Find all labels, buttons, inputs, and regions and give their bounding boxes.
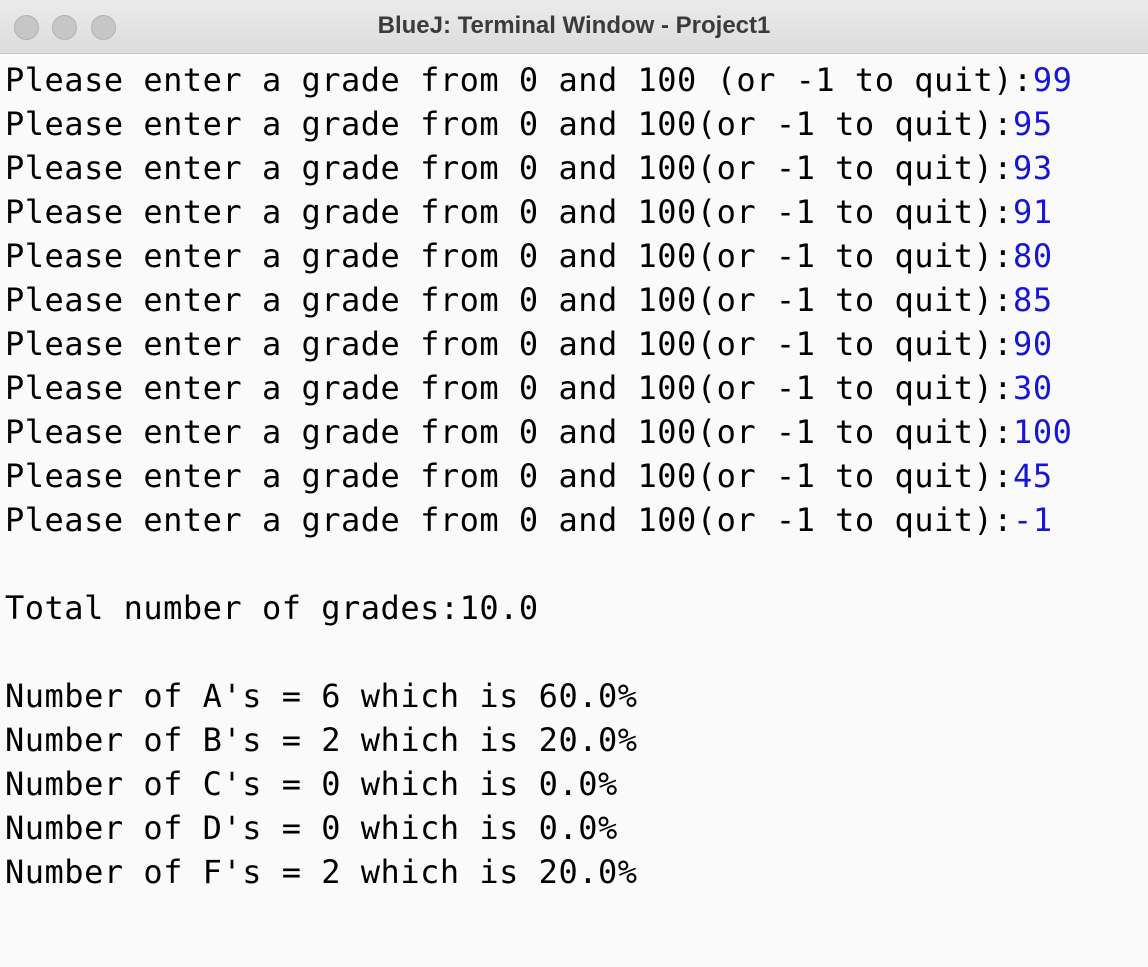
grade-summary-f: Number of F's = 2 which is 20.0% bbox=[5, 853, 638, 891]
prompt-text: Please enter a grade from 0 and 100(or -… bbox=[5, 281, 1014, 319]
user-input: 93 bbox=[1013, 149, 1053, 187]
prompt-line: Please enter a grade from 0 and 100(or -… bbox=[5, 366, 1053, 410]
user-input: 99 bbox=[1032, 61, 1073, 99]
prompt-line: Please enter a grade from 0 and 100(or -… bbox=[5, 190, 1053, 234]
prompt-line: Please enter a grade from 0 and 100(or -… bbox=[5, 234, 1053, 278]
prompt-text: Please enter a grade from 0 and 100(or -… bbox=[5, 149, 1014, 187]
grade-summary-a: Number of A's = 6 which is 60.0% bbox=[5, 677, 638, 715]
user-input: -1 bbox=[1013, 501, 1053, 539]
user-input: 90 bbox=[1013, 325, 1053, 363]
grade-summary-d: Number of D's = 0 which is 0.0% bbox=[5, 809, 618, 847]
user-input: 80 bbox=[1013, 237, 1053, 275]
prompt-text: Please enter a grade from 0 and 100(or -… bbox=[5, 369, 1014, 407]
user-input: 91 bbox=[1013, 193, 1053, 231]
prompt-line: Please enter a grade from 0 and 100(or -… bbox=[5, 454, 1053, 498]
prompt-text: Please enter a grade from 0 and 100(or -… bbox=[5, 105, 1014, 143]
prompt-text: Please enter a grade from 0 and 100(or -… bbox=[5, 325, 1014, 363]
prompt-line: Please enter a grade from 0 and 100(or -… bbox=[5, 102, 1053, 146]
window-title: BlueJ: Terminal Window - Project1 bbox=[377, 12, 771, 39]
user-input: 85 bbox=[1013, 281, 1053, 319]
user-input: 100 bbox=[1013, 413, 1073, 451]
prompt-text: Please enter a grade from 0 and 100(or -… bbox=[5, 457, 1014, 495]
prompt-line: Please enter a grade from 0 and 100(or -… bbox=[5, 498, 1053, 542]
prompt-text: Please enter a grade from 0 and 100(or -… bbox=[5, 193, 1014, 231]
total-grades-line: Total number of grades:10.0 bbox=[5, 589, 539, 627]
terminal-output[interactable]: Please enter a grade from 0 and 100 (or … bbox=[5, 58, 1145, 963]
prompt-line: Please enter a grade from 0 and 100(or -… bbox=[5, 410, 1072, 454]
prompt-line: Please enter a grade from 0 and 100(or -… bbox=[5, 146, 1053, 190]
prompt-line: Please enter a grade from 0 and 100(or -… bbox=[5, 322, 1053, 366]
prompt-text: Please enter a grade from 0 and 100 (or … bbox=[5, 61, 1033, 99]
prompt-text: Please enter a grade from 0 and 100(or -… bbox=[5, 237, 1014, 275]
prompt-line: Please enter a grade from 0 and 100 (or … bbox=[5, 58, 1072, 102]
user-input: 30 bbox=[1013, 369, 1053, 407]
user-input: 45 bbox=[1013, 457, 1053, 495]
grade-summary-c: Number of C's = 0 which is 0.0% bbox=[5, 765, 618, 803]
prompt-text: Please enter a grade from 0 and 100(or -… bbox=[5, 501, 1014, 539]
user-input: 95 bbox=[1013, 105, 1053, 143]
terminal-window: BlueJ: Terminal Window - Project1 Please… bbox=[0, 0, 1148, 967]
grade-summary-b: Number of B's = 2 which is 20.0% bbox=[5, 721, 638, 759]
title-bar[interactable]: BlueJ: Terminal Window - Project1 bbox=[0, 0, 1148, 54]
prompt-text: Please enter a grade from 0 and 100(or -… bbox=[5, 413, 1014, 451]
prompt-line: Please enter a grade from 0 and 100(or -… bbox=[5, 278, 1053, 322]
